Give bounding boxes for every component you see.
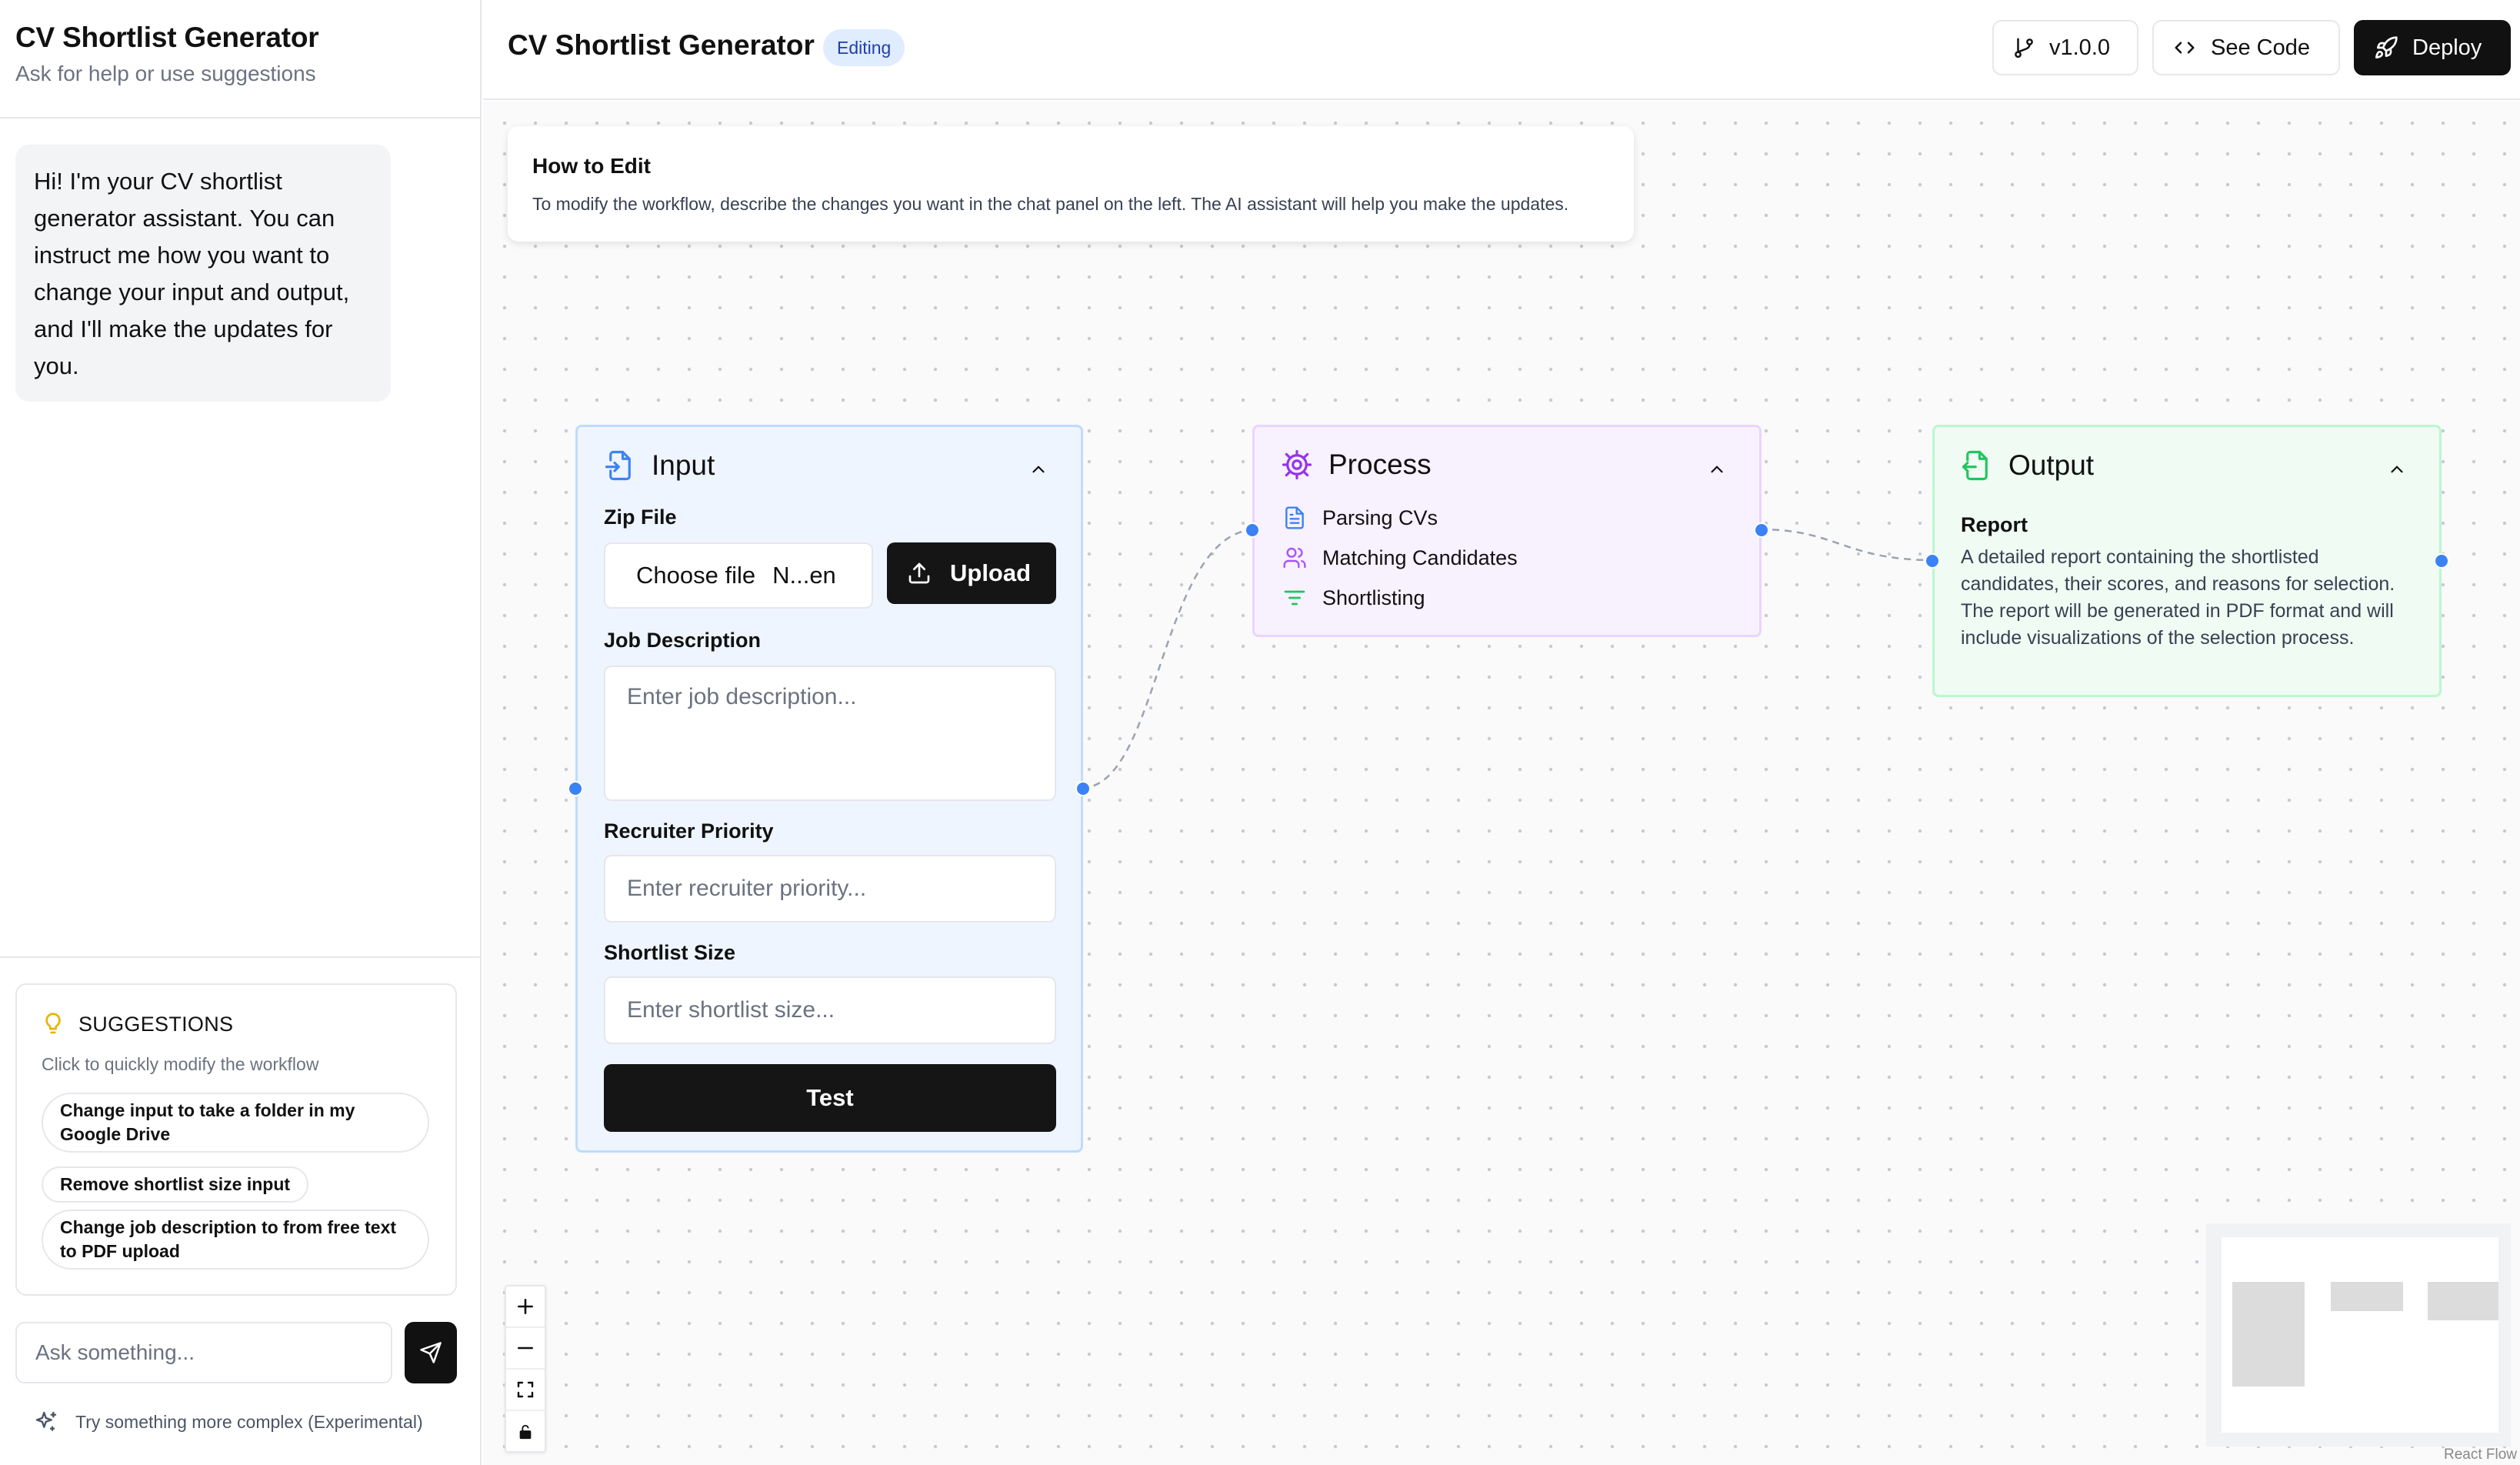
- process-step-label: Matching Candidates: [1322, 546, 1518, 569]
- zoom-in-button[interactable]: [506, 1286, 545, 1328]
- report-label: Report: [1961, 513, 2028, 536]
- output-node[interactable]: Output Report A detailed report containi…: [1925, 425, 2449, 697]
- edge-input-process: [1081, 528, 1258, 789]
- version-label: v1.0.0: [2049, 35, 2110, 60]
- sidebar-subtitle: Ask for help or use suggestions: [15, 62, 316, 85]
- deploy-label: Deploy: [2412, 35, 2482, 60]
- fit-view-icon: [516, 1380, 535, 1399]
- editing-badge: Editing: [823, 29, 905, 66]
- plus-icon: [515, 1296, 535, 1316]
- input-node-title: Input: [652, 449, 715, 481]
- job-description-label: Job Description: [604, 629, 762, 652]
- suggestions-card: SUGGESTIONS Click to quickly modify the …: [15, 983, 457, 1296]
- upload-label: Upload: [950, 559, 1032, 586]
- shortlist-size-input[interactable]: Enter shortlist size...: [604, 976, 1056, 1044]
- sidebar-title: CV Shortlist Generator: [15, 22, 319, 53]
- recruiter-priority-input[interactable]: Enter recruiter priority...: [604, 855, 1056, 923]
- shortlist-size-label: Shortlist Size: [604, 941, 736, 964]
- upload-icon: [907, 561, 932, 586]
- output-target-handle[interactable]: [1925, 553, 1940, 569]
- file-input-icon: [604, 449, 636, 482]
- output-source-handle[interactable]: [2434, 553, 2449, 569]
- send-button[interactable]: [405, 1322, 457, 1383]
- file-name: N...en: [772, 562, 836, 589]
- users-icon: [1282, 546, 1307, 570]
- output-node-title: Output: [2008, 449, 2095, 481]
- test-button[interactable]: Test: [604, 1064, 1056, 1132]
- page-title: CV Shortlist Generator: [508, 29, 815, 61]
- suggestions-heading: SUGGESTIONS: [78, 1012, 234, 1036]
- file-output-icon: [1961, 449, 1993, 482]
- upload-button[interactable]: Upload: [887, 542, 1056, 604]
- minimap-viewport: [2222, 1237, 2498, 1433]
- chevron-up-icon[interactable]: [1707, 459, 1727, 479]
- minimap-node: [2232, 1282, 2305, 1387]
- version-button[interactable]: v1.0.0: [1992, 20, 2138, 75]
- process-step: Parsing CVs: [1282, 506, 1438, 530]
- git-branch-icon: [2012, 36, 2035, 59]
- top-bar: CV Shortlist Generator Editing v1.0.0 Se…: [483, 0, 2520, 100]
- lightbulb-icon: [42, 1011, 65, 1037]
- deploy-button[interactable]: Deploy: [2354, 20, 2511, 75]
- send-icon: [419, 1341, 442, 1364]
- process-step-label: Parsing CVs: [1322, 506, 1438, 529]
- try-complex-link[interactable]: Try something more complex (Experimental…: [34, 1410, 423, 1434]
- minimap[interactable]: [2206, 1223, 2511, 1447]
- gear-icon: [1281, 449, 1313, 481]
- process-step: Matching Candidates: [1282, 546, 1518, 570]
- fit-view-button[interactable]: [506, 1370, 545, 1411]
- lock-icon: [517, 1423, 534, 1441]
- input-target-handle[interactable]: [568, 781, 583, 796]
- suggestion-chip[interactable]: Change input to take a folder in my Goog…: [42, 1093, 429, 1153]
- workflow-canvas[interactable]: How to Edit To modify the workflow, desc…: [483, 102, 2520, 1465]
- suggestions-subheading: Click to quickly modify the workflow: [42, 1054, 319, 1074]
- assistant-message: Hi! I'm your CV shortlist generator assi…: [15, 145, 391, 402]
- process-target-handle[interactable]: [1245, 522, 1260, 538]
- process-step: Shortlisting: [1282, 586, 1425, 610]
- try-complex-label: Try something more complex (Experimental…: [75, 1411, 423, 1432]
- output-node-header: Output: [1961, 449, 2094, 482]
- chevron-up-icon[interactable]: [1028, 459, 1048, 479]
- zip-file-label: Zip File: [604, 506, 677, 529]
- lock-button[interactable]: [506, 1411, 545, 1453]
- suggestion-chip[interactable]: Remove shortlist size input: [42, 1166, 309, 1203]
- sparkles-icon: [34, 1410, 58, 1434]
- zoom-out-button[interactable]: [506, 1328, 545, 1370]
- process-node-title: Process: [1328, 449, 1432, 480]
- job-description-textarea[interactable]: Enter job description...: [604, 666, 1056, 801]
- choose-file-label: Choose file: [636, 562, 756, 589]
- edge-process-output: [1759, 528, 1935, 562]
- process-step-label: Shortlisting: [1322, 586, 1425, 609]
- input-source-handle[interactable]: [1075, 781, 1091, 796]
- minimap-node: [2331, 1282, 2403, 1311]
- see-code-label: See Code: [2211, 35, 2310, 60]
- chevron-up-icon[interactable]: [2387, 459, 2407, 479]
- canvas-controls: [505, 1285, 546, 1453]
- filter-icon: [1282, 586, 1307, 610]
- rocket-icon: [2374, 35, 2398, 60]
- document-icon: [1282, 506, 1307, 530]
- suggestions-header: SUGGESTIONS: [42, 1011, 233, 1037]
- process-node[interactable]: Process Parsing CVs Matching Candidates: [1245, 425, 1769, 637]
- input-node-header: Input: [604, 449, 715, 482]
- minus-icon: [515, 1338, 535, 1358]
- chat-input[interactable]: Ask something...: [15, 1322, 392, 1383]
- minimap-node: [2428, 1282, 2498, 1320]
- input-node[interactable]: Input Zip File Choose file N...en Upload…: [568, 425, 1091, 1153]
- see-code-button[interactable]: See Code: [2152, 20, 2340, 75]
- suggestion-chip[interactable]: Change job description to from free text…: [42, 1210, 429, 1270]
- sidebar-header: CV Shortlist Generator Ask for help or u…: [0, 0, 480, 118]
- code-icon: [2172, 36, 2197, 59]
- process-node-header: Process: [1281, 449, 1432, 481]
- report-description: A detailed report containing the shortli…: [1961, 546, 2395, 649]
- recruiter-priority-label: Recruiter Priority: [604, 819, 774, 843]
- react-flow-attribution[interactable]: React Flow: [2444, 1447, 2520, 1465]
- chat-sidebar: CV Shortlist Generator Ask for help or u…: [0, 0, 482, 1465]
- choose-file-input[interactable]: Choose file N...en: [604, 542, 873, 609]
- sidebar-divider: [0, 956, 480, 958]
- process-source-handle[interactable]: [1754, 522, 1769, 538]
